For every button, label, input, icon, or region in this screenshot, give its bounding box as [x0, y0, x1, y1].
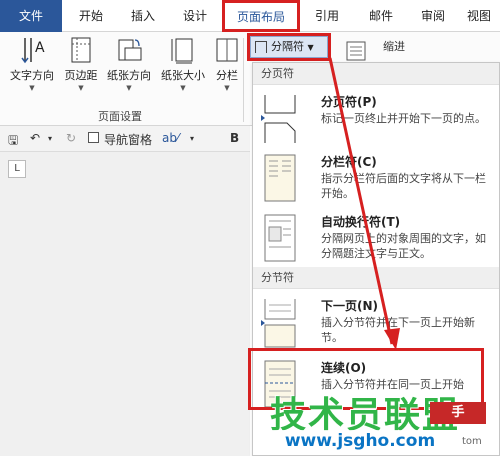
watermark-url: www.jsgho.com: [262, 430, 458, 452]
watermark-badge: 手: [430, 402, 486, 424]
watermark-small-text: tom: [462, 436, 482, 447]
